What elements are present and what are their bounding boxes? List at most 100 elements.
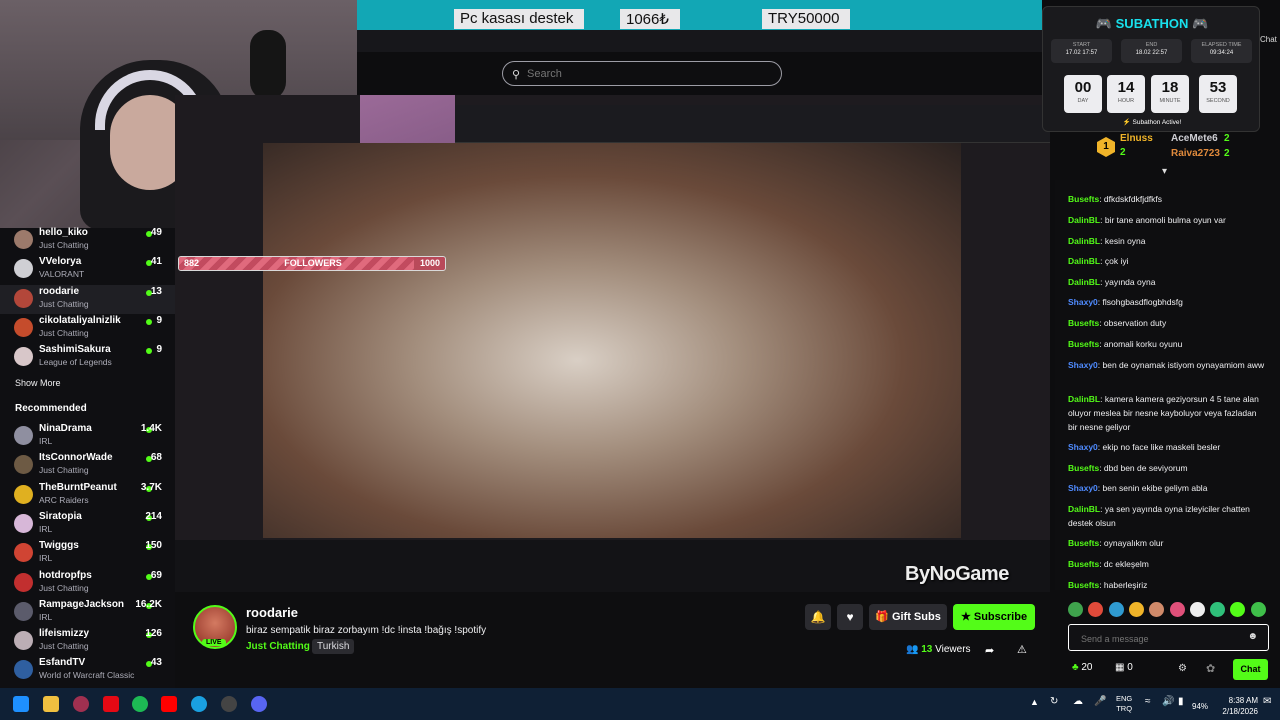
emoji-icon[interactable]: ☻ [1247, 631, 1258, 642]
emote-icon[interactable] [1250, 602, 1266, 617]
emote-icon[interactable] [1149, 602, 1165, 617]
edge-icon[interactable] [191, 696, 207, 712]
search-input[interactable] [527, 66, 767, 82]
stream-language-tag[interactable]: Turkish [312, 639, 355, 654]
chat-text: kesin oyna [1104, 236, 1146, 246]
sidebar-channel-item[interactable]: cikolataliyalnizlik Just Chatting 9 [0, 314, 175, 343]
chat-username[interactable]: DalinBL [1068, 215, 1100, 225]
chat-message: Busefts: dfkdskfdkfjdfkfs [1068, 192, 1268, 206]
sidebar-channel-item[interactable]: hotdropfps Just Chatting 69 [0, 569, 175, 598]
tray-clock[interactable]: 8:38 AM 2/18/2026 [1222, 695, 1258, 717]
chat-message: DalinBL: kesin oyna [1068, 234, 1268, 248]
tray-language[interactable]: ENG TRQ [1116, 694, 1132, 714]
sidebar-channel-item[interactable]: hello_kiko Just Chatting 49 [0, 226, 175, 255]
chat-username[interactable]: Busefts [1068, 463, 1099, 473]
chat-secondary-count[interactable]: ▦ 0 [1115, 662, 1133, 673]
file-explorer-icon[interactable] [43, 696, 59, 712]
tray-volume-icon[interactable]: 🔊 [1162, 696, 1174, 707]
chat-username[interactable]: Shaxy0 [1068, 297, 1098, 307]
gifter-1-name[interactable]: Elnuss [1120, 133, 1153, 144]
steam-icon[interactable] [221, 696, 237, 712]
sidebar-channel-item[interactable]: roodarie Just Chatting 13 [0, 284, 175, 314]
emote-icon[interactable] [1169, 602, 1185, 617]
chat-points[interactable]: ♣ 20 [1072, 662, 1092, 673]
video-player[interactable] [175, 95, 1050, 592]
sidebar-channel-item[interactable]: lifeismizzy Just Chatting 126 [0, 627, 175, 656]
chat-username[interactable]: DalinBL [1068, 256, 1100, 266]
tray-sync-icon[interactable]: ↻ [1050, 696, 1058, 707]
youtube-icon[interactable] [161, 696, 177, 712]
bell-icon[interactable]: 🔔 [805, 604, 831, 630]
badge-icon[interactable]: ✿ [1206, 662, 1215, 675]
discord-icon[interactable] [251, 696, 267, 712]
streamer-name[interactable]: roodarie [246, 605, 298, 620]
emote-icon[interactable] [1088, 602, 1104, 617]
chat-username[interactable]: Busefts [1068, 538, 1099, 548]
chat-username[interactable]: Shaxy0 [1068, 442, 1098, 452]
sidebar-channel-item[interactable]: Twigggs IRL 150 [0, 539, 175, 568]
heart-icon[interactable]: ♥ [837, 604, 863, 630]
chat-username[interactable]: Busefts [1068, 559, 1099, 569]
chat-username[interactable]: DalinBL [1068, 394, 1100, 404]
gifter-2-name[interactable]: AceMete6 [1171, 133, 1218, 144]
chat-username[interactable]: Busefts [1068, 580, 1099, 590]
tray-battery-icon[interactable]: ▮ [1178, 696, 1184, 707]
channel-viewers: 150 [145, 540, 162, 552]
chevron-down-icon[interactable]: ▾ [1162, 166, 1167, 177]
channel-name: NinaDrama [39, 423, 92, 434]
report-icon[interactable]: ⚠ [1017, 643, 1027, 656]
chat-username[interactable]: DalinBL [1068, 277, 1100, 287]
sidebar-channel-item[interactable]: RampageJackson IRL 16.2K [0, 598, 175, 627]
chat-username[interactable]: Busefts [1068, 339, 1099, 349]
chat-message: DalinBL: ya sen yayında oyna izleyiciler… [1068, 502, 1268, 530]
netflix-icon[interactable] [103, 696, 119, 712]
emote-icon[interactable] [1230, 602, 1246, 617]
tray-network-icon[interactable]: ☁ [1073, 696, 1083, 707]
emote-icon[interactable] [1068, 602, 1083, 617]
gift-subs-button[interactable]: 🎁 Gift Subs [869, 604, 947, 630]
emote-icon[interactable] [1210, 602, 1226, 617]
chat-username[interactable]: Busefts [1068, 318, 1099, 328]
chat-username[interactable]: DalinBL [1068, 236, 1100, 246]
show-more-link[interactable]: Show More [15, 378, 61, 388]
channel-category: Just Chatting [39, 641, 89, 652]
gear-icon[interactable]: ⚙ [1178, 663, 1187, 674]
chat-input-box[interactable]: ☻ [1068, 624, 1269, 651]
channel-avatar [14, 426, 33, 445]
stream-category-link[interactable]: Just Chatting [246, 641, 310, 652]
chat-message-input[interactable] [1081, 631, 1251, 646]
subscribe-button[interactable]: ★ Subscribe [953, 604, 1035, 630]
sidebar-channel-item[interactable]: TheBurntPeanut ARC Raiders 3.7K [0, 481, 175, 510]
sidebar-channel-item[interactable]: Siratopia IRL 214 [0, 510, 175, 539]
subathon-title-row: 🎮 SUBATHON 🎮 [1043, 16, 1261, 32]
chat-username[interactable]: Shaxy0 [1068, 360, 1098, 370]
tray-wifi-icon[interactable]: ≈ [1145, 696, 1151, 707]
share-icon[interactable]: ➦ [985, 644, 994, 657]
tray-notification-icon[interactable]: ✉ [1263, 696, 1271, 707]
chat-message: DalinBL: çok iyi [1068, 254, 1268, 268]
opera-icon[interactable] [73, 696, 89, 712]
tray-chevron-icon[interactable]: ▲ [1030, 697, 1039, 707]
followers-label: FOLLOWERS [284, 258, 342, 268]
windows-start-icon[interactable] [13, 696, 29, 712]
emote-icon[interactable] [1189, 602, 1205, 617]
channel-avatar [14, 572, 33, 592]
emote-icon[interactable] [1108, 602, 1124, 617]
chat-send-button[interactable]: Chat [1233, 659, 1268, 680]
tray-mic-icon[interactable]: 🎤 [1094, 696, 1106, 707]
sidebar-channel-item[interactable]: ItsConnorWade Just Chatting 68 [0, 451, 175, 480]
chat-username[interactable]: Busefts [1068, 194, 1099, 204]
chat-username[interactable]: Shaxy0 [1068, 483, 1098, 493]
gifter-3-name[interactable]: Raiva2723 [1171, 148, 1220, 159]
channel-avatar [14, 259, 33, 279]
chat-username[interactable]: DalinBL [1068, 504, 1100, 514]
gifter-3-count: 2 [1224, 148, 1230, 159]
sidebar-channel-item[interactable]: SashimiSakura League of Legends 9 [0, 343, 175, 372]
spotify-icon[interactable] [132, 696, 148, 712]
sidebar-channel-item[interactable]: EsfandTV World of Warcraft Classic 43 [0, 656, 175, 685]
sidebar-channel-item[interactable]: NinaDrama IRL 1.4K [0, 422, 175, 451]
search-bar[interactable]: ⚲ [502, 61, 782, 86]
emote-icon[interactable] [1128, 602, 1144, 617]
sidebar-channel-item[interactable]: VVelorya VALORANT 41 [0, 255, 175, 284]
channel-viewers: 9 [156, 314, 162, 326]
